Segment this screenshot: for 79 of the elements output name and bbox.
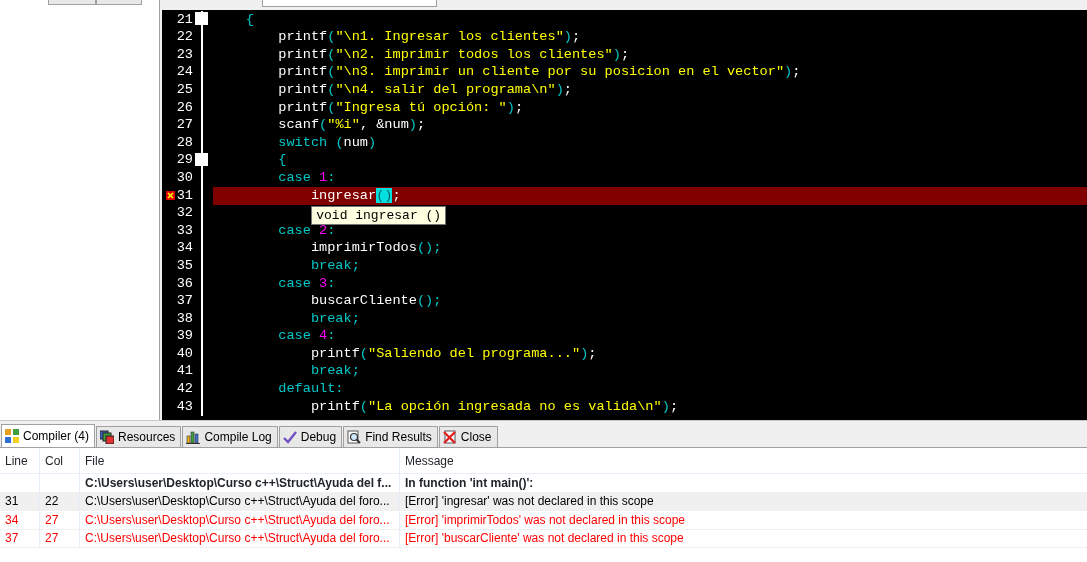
code-line: case 1: <box>277 168 336 187</box>
table-cell-text: [Error] 'ingresar' was not declared in this scope <box>405 493 654 511</box>
table-cell-text: C:\Users\user\Desktop\Curso c++\Struct\Ayuda del foro... <box>85 511 390 529</box>
column-header[interactable]: Message <box>400 448 1087 473</box>
tab[interactable]: Resources <box>96 426 182 447</box>
tab[interactable]: Compile Log <box>182 426 278 447</box>
code-line: scanf("%i", &num); <box>277 116 426 135</box>
line-number: 21 <box>176 10 193 29</box>
code-line: printf("\n2. imprimir todos los clientes"); <box>277 45 630 64</box>
bar-chart-icon <box>186 430 201 444</box>
line-number: 31 <box>176 186 193 205</box>
column-header[interactable]: File <box>80 448 400 473</box>
checkmark-icon <box>282 430 297 444</box>
table-cell-text: 22 <box>45 493 59 511</box>
grid-icon <box>5 429 19 443</box>
table-cell-text: 31 <box>5 493 19 511</box>
stacked-squares-icon <box>100 430 114 444</box>
line-number: 27 <box>176 116 193 135</box>
code-line: imprimirTodos(); <box>309 239 442 258</box>
line-number: 34 <box>176 239 193 258</box>
table-cell-text: In function 'int main()': <box>405 474 534 492</box>
line-number: 23 <box>176 45 193 64</box>
table-cell-text: [Error] 'imprimirTodos' was not declared in this scope <box>405 511 686 529</box>
line-number: 30 <box>176 168 193 187</box>
tab[interactable]: Find Results <box>343 426 438 447</box>
code-line: break; <box>309 256 360 275</box>
column-header[interactable]: Col <box>40 448 80 473</box>
line-number: 25 <box>176 81 193 99</box>
close-icon <box>442 430 457 444</box>
table-cell-text: C:\Users\user\Desktop\Curso c++\Struct\Ayuda del foro... <box>85 493 390 511</box>
line-number: 37 <box>176 292 193 311</box>
table-cell-text: 34 <box>5 511 19 529</box>
line-number: 22 <box>176 28 193 47</box>
code-line: printf("La opción ingresada no es valida\n"); <box>309 397 679 416</box>
code-line: printf("\n4. salir del programa\n"); <box>277 81 572 99</box>
code-line: default: <box>277 380 344 399</box>
table-cell-text: 27 <box>45 530 59 548</box>
table-cell-text: [Error] 'buscarCliente' was not declared in this scope <box>405 530 684 548</box>
tab[interactable]: Close <box>438 426 498 447</box>
line-number: 36 <box>176 274 193 293</box>
code-line: printf("\n3. imprimir un cliente por su posicion en el vector"); <box>277 63 801 82</box>
line-number: 28 <box>176 133 193 152</box>
table-cell-text: C:\Users\user\Desktop\Curso c++\Struct\Ayuda del f... <box>85 474 392 492</box>
code-line: printf("Ingresa tú opción: "); <box>277 98 524 117</box>
line-number: 24 <box>176 63 193 82</box>
line-number: 29 <box>176 151 193 170</box>
line-number: 38 <box>176 309 193 328</box>
fold-marker[interactable] <box>195 152 208 166</box>
code-line: buscarCliente(); <box>309 292 442 311</box>
column-header[interactable]: Line <box>0 448 40 473</box>
tooltip: void ingresar () <box>311 205 447 225</box>
line-number: 43 <box>176 397 193 416</box>
code-line: case 3: <box>277 274 336 293</box>
line-number: 32 <box>176 204 193 223</box>
table-cell-text: C:\Users\user\Desktop\Curso c++\Struct\Ayuda del foro... <box>85 530 390 548</box>
code-line: { <box>244 10 254 29</box>
code-editor[interactable] <box>162 10 1087 420</box>
table-cell-text: 27 <box>45 511 59 529</box>
code-line: printf("\n1. Ingresar los clientes"); <box>277 28 581 47</box>
tab[interactable] <box>262 0 437 7</box>
code-line: break; <box>309 309 360 328</box>
code-line: switch (num) <box>277 133 377 152</box>
table-cell-text: 37 <box>5 530 19 548</box>
line-number: 26 <box>176 98 193 117</box>
line-number: 39 <box>176 327 193 346</box>
code-line: ingresar(); <box>309 186 401 205</box>
code-line: { <box>277 151 287 170</box>
line-number: 33 <box>176 221 193 240</box>
fold-marker[interactable] <box>195 11 208 25</box>
tab[interactable]: Compiler (4) <box>1 424 95 447</box>
line-number: 41 <box>176 362 193 381</box>
tab[interactable]: Debug <box>278 426 343 447</box>
code-line: case 4: <box>277 327 336 346</box>
line-number: 40 <box>176 344 193 363</box>
line-number: 42 <box>176 380 193 399</box>
magnifier-icon <box>347 430 362 444</box>
code-line: break; <box>309 362 360 381</box>
code-line: printf("Saliendo del programa..."); <box>309 344 597 363</box>
line-number: 35 <box>176 256 193 275</box>
